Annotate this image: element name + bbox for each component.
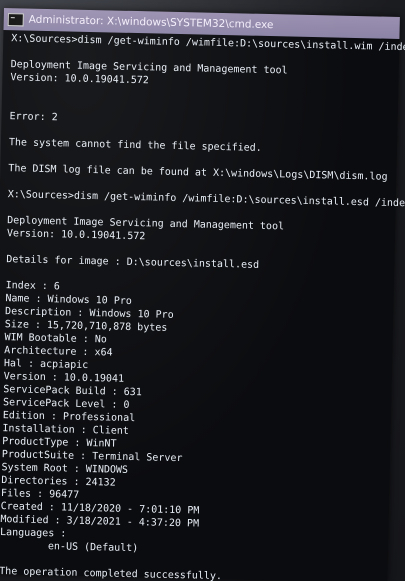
window-title: Administrator: X:\windows\SYSTEM32\cmd.e… <box>28 13 274 32</box>
console-output[interactable]: X:\Sources>dism /get-wiminfo /wimfile:D:… <box>0 30 405 581</box>
monitor-photo: Administrator: X:\windows\SYSTEM32\cmd.e… <box>0 0 405 581</box>
cmd-icon <box>7 12 24 26</box>
cmd-window: Administrator: X:\windows\SYSTEM32\cmd.e… <box>0 8 405 581</box>
